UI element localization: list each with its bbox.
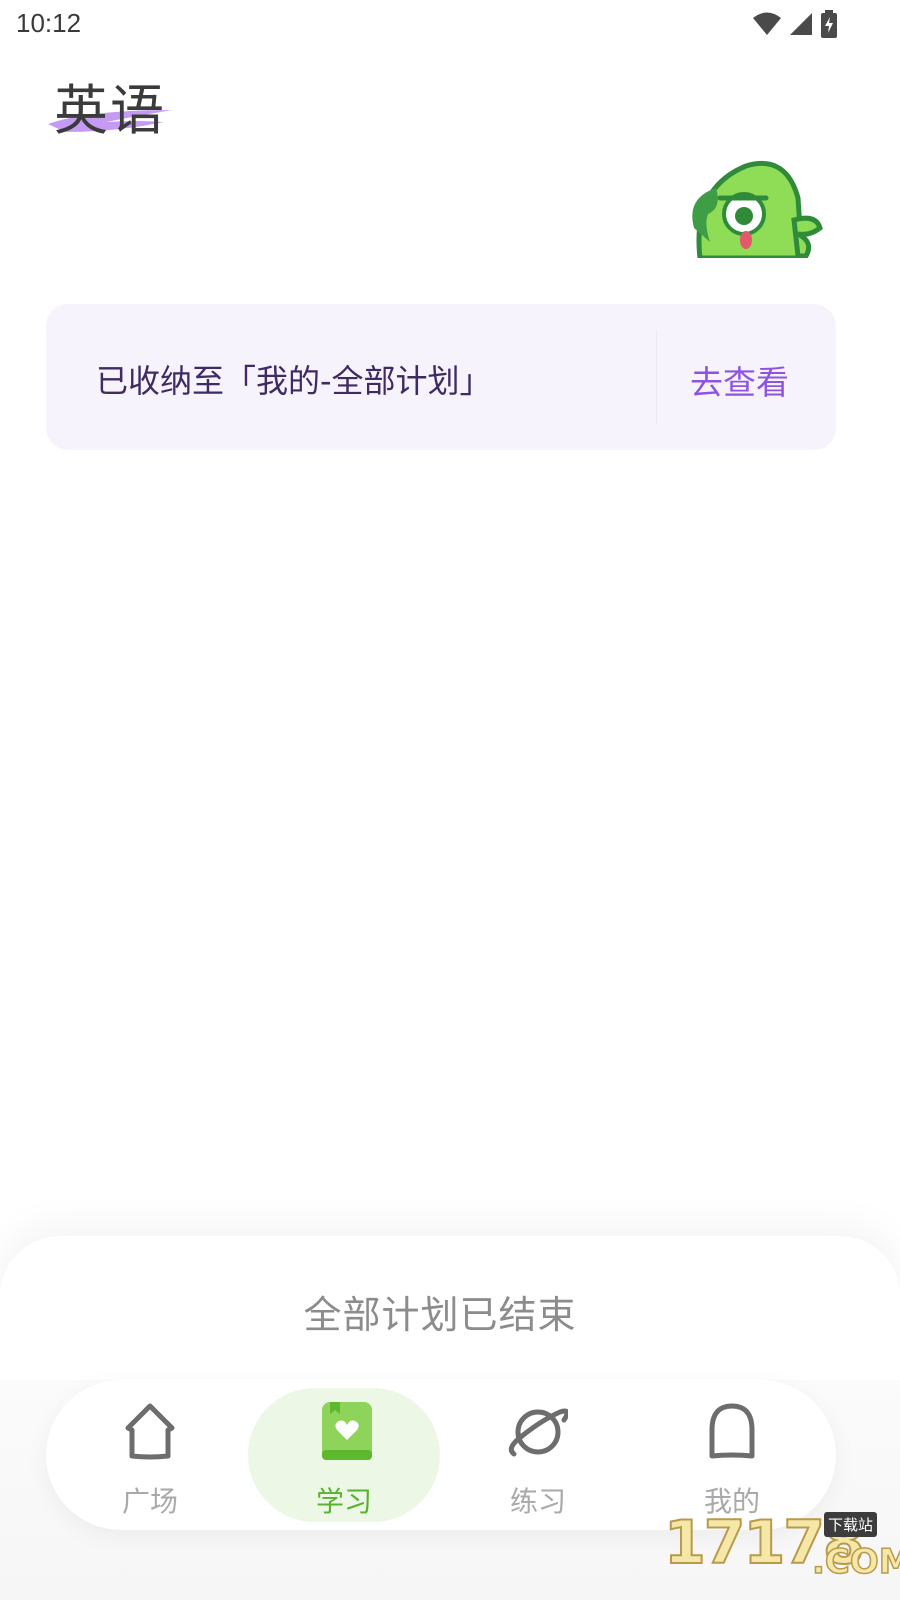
book-heart-icon [322,1402,372,1460]
site-watermark-logo: 17178 下载站 .COM [663,1507,900,1584]
status-bar: 10:12 [0,0,900,52]
watermark-badge: 下载站 [824,1512,878,1537]
notice-divider [656,330,657,424]
nav-label-practice: 练习 [509,1485,566,1518]
nav-item-square[interactable]: 广场 [54,1388,246,1522]
planet-icon [508,1408,568,1457]
watermark-suffix: .COM [811,1541,900,1583]
nav-label-square: 广场 [121,1485,178,1518]
nav-label-study: 学习 [315,1485,372,1518]
wifi-icon [753,12,781,35]
cellular-signal-icon [790,13,812,35]
page-title-wrap: 英语 [46,66,176,142]
nav-item-mine[interactable]: 我的 [636,1388,828,1522]
view-plan-link[interactable]: 去查看 [690,356,789,404]
nav-item-practice[interactable]: 练习 [442,1388,634,1522]
collected-notice-card: 已收纳至「我的-全部计划」 去查看 [46,304,836,450]
battery-charging-icon [821,10,837,38]
nav-item-study[interactable]: 学习 [248,1388,440,1522]
page-title: 英语 [54,79,166,142]
status-icons [752,10,838,38]
notice-message: 已收纳至「我的-全部计划」 [96,362,492,400]
status-time: 10:12 [16,8,82,38]
profile-bell-icon [709,1403,755,1459]
plans-ended-text: 全部计划已结束 [303,1293,577,1337]
mascot-icon [686,158,826,258]
home-icon [125,1403,175,1460]
